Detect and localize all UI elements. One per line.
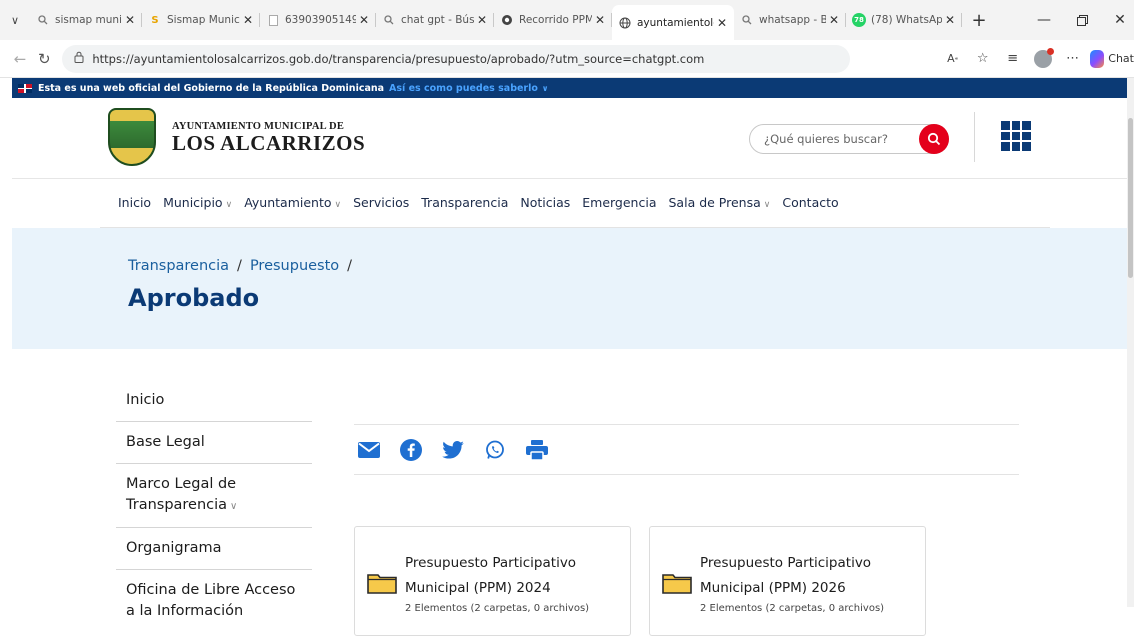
close-tab-icon[interactable]: ✕ <box>476 13 488 27</box>
search-icon <box>382 13 396 27</box>
close-tab-icon[interactable]: ✕ <box>124 13 136 27</box>
apps-grid-icon[interactable] <box>1001 121 1031 151</box>
close-tab-icon[interactable]: ✕ <box>242 13 254 27</box>
chevron-down-icon: ∨ <box>225 200 233 210</box>
close-tab-icon[interactable]: ✕ <box>828 13 840 27</box>
facebook-icon[interactable] <box>400 439 422 461</box>
folder-title[interactable]: Presupuesto Participativo Municipal (PPM… <box>405 551 625 601</box>
profile-avatar[interactable] <box>1030 46 1056 72</box>
close-tab-icon[interactable]: ✕ <box>358 13 370 27</box>
sidebar-item-oficina-libre-acceso[interactable]: Oficina de Libre Acceso a la Información <box>116 570 312 632</box>
back-arrow-icon[interactable]: ← <box>8 46 32 72</box>
breadcrumb-link-presupuesto[interactable]: Presupuesto <box>250 258 339 274</box>
scrollbar-thumb[interactable] <box>1128 118 1133 278</box>
browser-tab[interactable]: whatsapp - Bús ✕ <box>734 5 846 35</box>
tab-actions-menu[interactable]: ∨ <box>0 0 30 40</box>
site-logo[interactable]: AYUNTAMIENTO MUNICIPAL DE LOS ALCARRIZOS <box>108 108 365 166</box>
share-divider-top <box>354 424 1019 425</box>
chatgpt-icon <box>500 13 514 27</box>
nav-item-sala-de-prensa[interactable]: Sala de Prensa ∨ <box>669 195 771 210</box>
nav-item-contacto[interactable]: Contacto <box>782 195 838 210</box>
folder-icon <box>662 574 692 594</box>
browser-tab-bar: ∨ sismap municip ✕ S Sismap Municip ✕ 63… <box>0 0 1134 40</box>
page-scrollbar[interactable] <box>1127 78 1134 607</box>
browser-tab-active[interactable]: ayuntamientolo ✕ <box>612 5 734 40</box>
chevron-down-icon: ∨ <box>230 501 238 512</box>
print-icon[interactable] <box>526 439 548 461</box>
main-navigation: Inicio Municipio ∨ Ayuntamiento ∨ Servicio… <box>118 195 851 210</box>
close-tab-icon[interactable]: ✕ <box>944 13 956 27</box>
lock-icon <box>74 51 84 66</box>
search-icon <box>740 13 754 27</box>
chevron-down-icon: ∨ <box>763 200 771 210</box>
whatsapp-icon: 78 <box>852 13 866 27</box>
sismap-icon: S <box>151 14 159 26</box>
nav-item-noticias[interactable]: Noticias <box>520 195 570 210</box>
read-aloud-icon[interactable]: A ⁌ <box>940 46 966 72</box>
folder-card[interactable]: Presupuesto Participativo Municipal (PPM… <box>649 526 926 636</box>
nav-item-municipio[interactable]: Municipio ∨ <box>163 195 232 210</box>
sidebar-item-marco-legal[interactable]: Marco Legal de Transparencia ∨ <box>116 464 312 528</box>
search-icon <box>36 13 50 27</box>
breadcrumb: Transparencia / Presupuesto / <box>128 258 353 274</box>
gov-verify-link[interactable]: Así es como puedes saberlo <box>389 83 538 94</box>
favorite-star-icon[interactable]: ☆ <box>970 46 996 72</box>
header-divider-line <box>12 178 1127 179</box>
twitter-icon[interactable] <box>442 439 464 461</box>
copilot-icon[interactable]: Chat <box>1089 46 1134 72</box>
url-field[interactable]: https://ayuntamientolosalcarrizos.gob.do… <box>62 44 850 73</box>
gov-official-banner: Esta es una web oficial del Gobierno de … <box>12 78 1127 98</box>
folder-card[interactable]: Presupuesto Participativo Municipal (PPM… <box>354 526 631 636</box>
municipal-shield-logo <box>108 108 156 166</box>
site-search-input[interactable]: ¿Qué quieres buscar? <box>749 124 949 154</box>
folder-meta: 2 Elementos (2 carpetas, 0 archivos) <box>700 603 885 614</box>
browser-tab[interactable]: sismap municip ✕ <box>30 5 142 35</box>
browser-tab[interactable]: S Sismap Municip ✕ <box>142 5 260 35</box>
browser-tab[interactable]: 639039051495 ✕ <box>260 5 376 35</box>
search-icon <box>927 132 941 146</box>
close-tab-icon[interactable]: ✕ <box>594 13 606 27</box>
document-icon <box>266 13 280 27</box>
browser-tab[interactable]: chat gpt - Búsq ✕ <box>376 5 494 35</box>
email-icon[interactable] <box>358 439 380 461</box>
sidebar-item-inicio[interactable]: Inicio <box>116 380 312 422</box>
browser-tab[interactable]: Recorrido PPM ✕ <box>494 5 612 35</box>
header-divider <box>974 112 975 162</box>
share-bar <box>358 439 548 461</box>
chevron-down-icon[interactable]: ∨ <box>542 84 549 93</box>
new-tab-button[interactable]: + <box>962 5 996 35</box>
close-window-button[interactable]: ✕ <box>1098 0 1134 40</box>
close-tab-icon[interactable]: ✕ <box>716 16 728 30</box>
page-title: Aprobado <box>128 284 260 312</box>
nav-item-inicio[interactable]: Inicio <box>118 195 151 210</box>
sidebar-menu: Inicio Base Legal Marco Legal de Transpa… <box>116 380 312 632</box>
more-menu-icon[interactable]: ⋯ <box>1060 46 1086 72</box>
chevron-down-icon: ∨ <box>334 200 342 210</box>
folder-icon <box>367 574 397 594</box>
favorites-list-icon[interactable]: ≡ <box>1000 46 1026 72</box>
nav-item-servicios[interactable]: Servicios <box>353 195 409 210</box>
address-bar: ← ↻ https://ayuntamientolosalcarrizos.go… <box>0 40 1134 78</box>
nav-item-emergencia[interactable]: Emergencia <box>582 195 656 210</box>
dominican-flag-icon <box>18 83 32 93</box>
breadcrumb-link-transparencia[interactable]: Transparencia <box>128 258 229 274</box>
browser-tab[interactable]: 78 (78) WhatsApp ✕ <box>846 5 962 35</box>
search-button[interactable] <box>919 124 949 154</box>
sidebar-item-organigrama[interactable]: Organigrama <box>116 528 312 570</box>
nav-item-transparencia[interactable]: Transparencia <box>421 195 508 210</box>
nav-item-ayuntamiento[interactable]: Ayuntamiento ∨ <box>244 195 341 210</box>
globe-icon <box>618 16 632 30</box>
refresh-icon[interactable]: ↻ <box>32 46 56 72</box>
sidebar-item-base-legal[interactable]: Base Legal <box>116 422 312 464</box>
share-divider-bottom <box>354 474 1019 475</box>
folder-meta: 2 Elementos (2 carpetas, 0 archivos) <box>405 603 590 614</box>
logo-title: LOS ALCARRIZOS <box>172 130 366 155</box>
folder-title[interactable]: Presupuesto Participativo Municipal (PPM… <box>700 551 920 601</box>
logo-subtitle: AYUNTAMIENTO MUNICIPAL DE <box>172 120 345 132</box>
whatsapp-icon[interactable] <box>484 439 506 461</box>
